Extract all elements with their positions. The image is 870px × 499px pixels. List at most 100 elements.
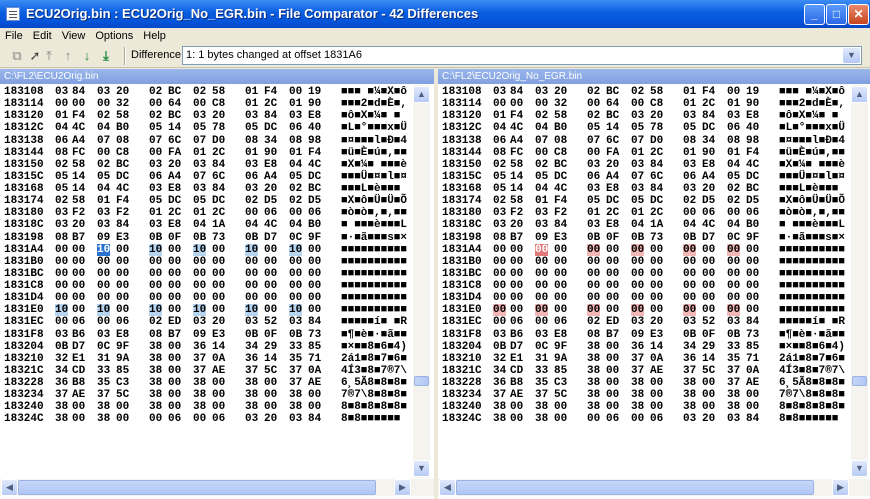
- right-vertical-scrollbar[interactable]: ▲ ▼: [851, 85, 868, 478]
- next-difference-icon[interactable]: ↓: [78, 47, 96, 64]
- hex-row[interactable]: 18312C 04 4C 04 B0 05 14 05 78 05 DC 06 40 ■L■°■■■x■Ü: [0, 122, 434, 134]
- hex-byte[interactable]: 00: [55, 292, 68, 304]
- hex-byte[interactable]: 6C: [606, 135, 619, 147]
- ascii-text[interactable]: ■X■ô■Ü■Ü■Õ: [341, 195, 407, 207]
- hex-row[interactable]: 1831E0 00 00 00 00 00 00 00 00 00 00 00 00 ■■■■■■■■■■: [438, 304, 870, 317]
- ascii-text[interactable]: ■■■■■■■■■■: [779, 256, 845, 268]
- hex-byte[interactable]: 03: [149, 159, 162, 171]
- hex-byte[interactable]: 00: [308, 389, 321, 401]
- ascii-text[interactable]: ■■■■■■■■■■: [341, 256, 407, 268]
- hex-row[interactable]: 183228 36 B8 35 C3 38 00 38 00 38 00 37 AE 6¸5Ã8■8■8■: [0, 377, 434, 389]
- hex-byte[interactable]: 1A: [650, 219, 663, 231]
- hex-byte[interactable]: 20: [554, 86, 567, 98]
- hex-byte[interactable]: A4: [606, 171, 619, 183]
- hex-byte[interactable]: B7: [168, 329, 181, 341]
- hex-byte[interactable]: 00: [702, 304, 715, 316]
- hex-byte[interactable]: 00: [535, 256, 548, 268]
- hex-byte[interactable]: 06: [746, 207, 759, 219]
- hex-byte[interactable]: A4: [72, 135, 85, 147]
- hex-byte[interactable]: 00: [702, 377, 715, 389]
- hex-byte[interactable]: 06: [55, 135, 68, 147]
- maximize-button[interactable]: □: [826, 4, 847, 25]
- ascii-text[interactable]: ■X■¼■ ■■■è: [341, 159, 407, 171]
- hex-byte[interactable]: 05: [631, 195, 644, 207]
- ascii-text[interactable]: ■¤■■■l■Ð■4: [341, 135, 407, 147]
- hex-byte[interactable]: 00: [308, 268, 321, 280]
- hex-byte[interactable]: 37: [55, 389, 68, 401]
- hex-byte[interactable]: 38: [631, 389, 644, 401]
- hex-byte[interactable]: 29: [702, 341, 715, 353]
- hex-byte[interactable]: F2: [72, 207, 85, 219]
- hex-byte[interactable]: 00: [149, 98, 162, 110]
- hex-byte[interactable]: 02: [55, 195, 68, 207]
- hex-byte[interactable]: 01: [193, 147, 206, 159]
- hex-byte[interactable]: 02: [193, 86, 206, 98]
- hex-byte[interactable]: 03: [493, 86, 506, 98]
- hex-byte[interactable]: 85: [746, 341, 759, 353]
- hex-byte[interactable]: 38: [587, 377, 600, 389]
- hex-byte[interactable]: 00: [683, 304, 697, 317]
- ascii-text[interactable]: ■■■■■■■■■■: [341, 304, 407, 316]
- hex-byte[interactable]: 0B: [149, 232, 162, 244]
- hex-byte[interactable]: DC: [264, 122, 277, 134]
- hex-byte[interactable]: 02: [683, 195, 696, 207]
- right-scroll-thumb[interactable]: [852, 376, 867, 386]
- hex-byte[interactable]: B8: [510, 377, 523, 389]
- right-scroll-up-icon[interactable]: ▲: [851, 86, 868, 103]
- hex-byte[interactable]: 00: [168, 341, 181, 353]
- hex-byte[interactable]: 38: [683, 389, 696, 401]
- hex-byte[interactable]: 00: [631, 98, 644, 110]
- hex-byte[interactable]: 03: [683, 183, 696, 195]
- hex-byte[interactable]: 5C: [702, 365, 715, 377]
- hex-row[interactable]: 1831C8 00 00 00 00 00 00 00 00 00 00 00 00 ■■■■■■■■■■: [438, 280, 870, 292]
- hex-byte[interactable]: 05: [587, 195, 600, 207]
- hex-byte[interactable]: 00: [631, 256, 644, 268]
- hex-byte[interactable]: 06: [264, 207, 277, 219]
- hex-byte[interactable]: B0: [116, 122, 129, 134]
- hex-byte[interactable]: D7: [510, 341, 523, 353]
- hex-byte[interactable]: 04: [727, 159, 740, 171]
- hex-byte[interactable]: 00: [193, 98, 206, 110]
- hex-byte[interactable]: 34: [683, 341, 696, 353]
- hex-byte[interactable]: 38: [289, 389, 302, 401]
- hex-byte[interactable]: 58: [510, 195, 523, 207]
- hex-byte[interactable]: 03: [727, 316, 740, 328]
- hex-byte[interactable]: 00: [264, 244, 277, 256]
- right-hscroll-thumb[interactable]: [456, 480, 814, 495]
- ascii-text[interactable]: ■■■■■■■■■■: [779, 292, 845, 304]
- hex-byte[interactable]: 00: [264, 268, 277, 280]
- ascii-text[interactable]: ■■■■■■■■■■: [341, 292, 407, 304]
- hex-byte[interactable]: 00: [493, 280, 506, 292]
- hex-byte[interactable]: 20: [212, 316, 225, 328]
- hex-byte[interactable]: E8: [116, 329, 129, 341]
- hex-byte[interactable]: 00: [55, 280, 68, 292]
- hex-byte[interactable]: 00: [97, 280, 110, 292]
- hex-byte[interactable]: 37: [245, 365, 258, 377]
- hex-row[interactable]: 183180 03 F2 03 F2 01 2C 01 2C 00 06 00 06 ■ò■ò■,■,■■: [0, 207, 434, 219]
- hex-row[interactable]: 1831B0 00 00 00 00 00 00 00 00 00 00 00 00 ■■■■■■■■■■: [438, 256, 870, 268]
- hex-byte[interactable]: 01: [683, 147, 696, 159]
- hex-byte[interactable]: 14: [606, 122, 619, 134]
- dropdown-arrow-icon[interactable]: ▼: [843, 48, 860, 63]
- hex-byte[interactable]: 00: [97, 316, 110, 328]
- ascii-text[interactable]: 2á1■8■7■6■: [779, 353, 845, 365]
- hex-byte[interactable]: 00: [245, 256, 258, 268]
- hex-byte[interactable]: 03: [493, 329, 506, 341]
- hex-row[interactable]: 1831F8 03 B6 03 E8 08 B7 09 E3 0B 0F 0B 73 ■¶■è■·■ã■■: [0, 329, 434, 341]
- hex-byte[interactable]: 03: [55, 329, 68, 341]
- hex-byte[interactable]: 00: [606, 244, 619, 256]
- hex-byte[interactable]: E8: [264, 159, 277, 171]
- hex-byte[interactable]: D5: [308, 195, 321, 207]
- hex-byte[interactable]: 84: [212, 183, 225, 195]
- hex-byte[interactable]: 00: [149, 292, 162, 304]
- hex-row[interactable]: 183114 00 00 00 32 00 64 00 C8 01 2C 01 90 ■■■2■d■È■,: [0, 98, 434, 110]
- hex-byte[interactable]: 40: [746, 122, 759, 134]
- hex-byte[interactable]: 06: [168, 413, 181, 425]
- hex-byte[interactable]: FA: [168, 147, 181, 159]
- hex-byte[interactable]: 05: [493, 171, 506, 183]
- hex-byte[interactable]: 38: [631, 377, 644, 389]
- hex-byte[interactable]: 64: [168, 98, 181, 110]
- hex-byte[interactable]: 00: [493, 98, 506, 110]
- hex-byte[interactable]: 20: [650, 110, 663, 122]
- hex-byte[interactable]: 03: [193, 183, 206, 195]
